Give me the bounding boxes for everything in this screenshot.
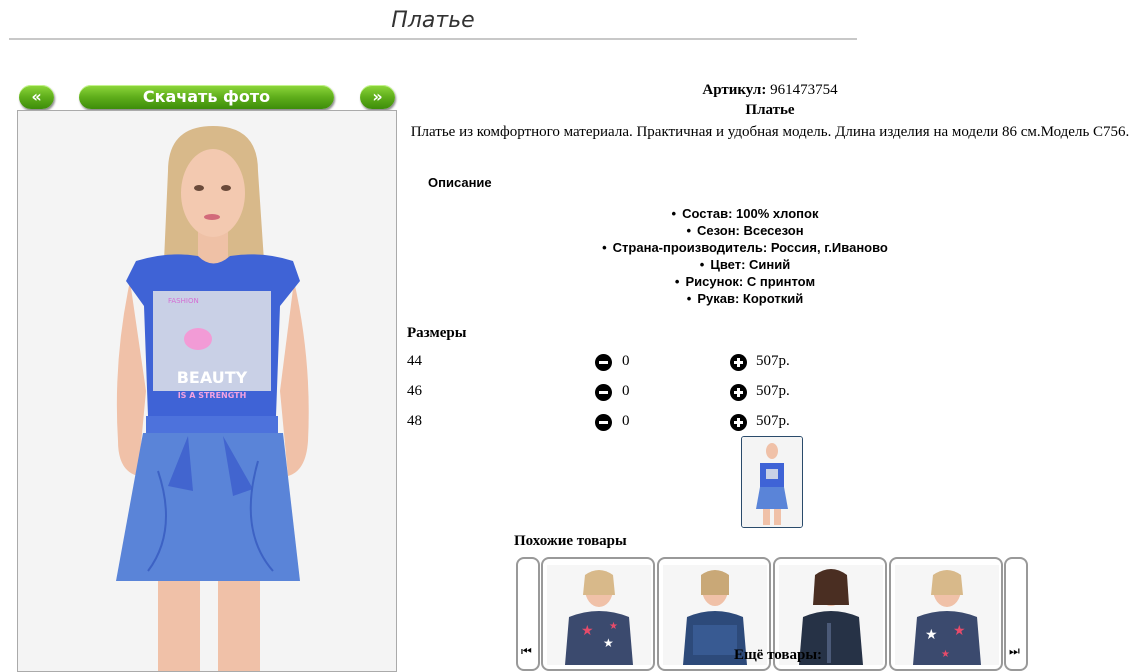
size-row: 48 0 507р. [407,413,807,435]
attribute-item: Состав: 100% хлопок [405,205,1085,222]
download-photo-button[interactable]: Скачать фото [79,85,334,109]
sku-label: Артикул: [702,82,767,98]
attribute-item: Рукав: Короткий [405,290,1085,307]
size-value: 48 [407,413,422,429]
attribute-item: Рисунок: С принтом [405,273,1085,290]
minus-icon[interactable] [595,414,612,431]
svg-text:★: ★ [581,623,594,639]
sku-value: 961473754 [770,82,838,98]
attribute-list: Состав: 100% хлопок Сезон: Всесезон Стра… [405,205,1085,307]
quantity-value: 0 [622,383,630,399]
minus-icon[interactable] [595,384,612,401]
product-description: Платье из комфортного материала. Практич… [410,124,1130,140]
similar-item-card[interactable]: ★ ★ ★ [889,557,1003,671]
sku-line: Артикул: 961473754 [405,82,1135,99]
similar-heading: Похожие товары [514,533,627,549]
similar-item-image: ★ ★ ★ [547,565,651,665]
similar-item-card[interactable]: ★ ★ ★ [541,557,655,671]
size-row: 44 0 507р. [407,353,807,375]
quantity-value: 0 [622,413,630,429]
next-photo-button[interactable]: » [360,85,395,109]
svg-text:★: ★ [603,636,614,650]
product-name: Платье [745,102,795,118]
plus-icon[interactable] [730,414,747,431]
page-title: Платье [391,8,475,33]
size-value: 44 [407,353,422,369]
details-heading: Описание [428,175,492,190]
carousel-next-button[interactable]: ⏭ [1004,557,1028,671]
svg-text:★: ★ [609,621,618,632]
similar-item-image: ★ ★ ★ [895,565,999,665]
main-product-photo[interactable]: BEAUTY IS A STRENGTH FASHION [17,110,397,672]
attribute-item: Сезон: Всесезон [405,222,1085,239]
plus-icon[interactable] [730,354,747,371]
attribute-item: Цвет: Синий [405,256,1085,273]
price-value: 507р. [756,413,790,429]
minus-icon[interactable] [595,354,612,371]
model-illustration: BEAUTY IS A STRENGTH FASHION [18,111,396,671]
svg-text:FASHION: FASHION [168,297,199,305]
thumbnail-image [742,437,802,527]
more-items-heading: Ещё товары: [734,647,823,663]
size-value: 46 [407,383,422,399]
svg-text:IS A STRENGTH: IS A STRENGTH [178,391,247,400]
attribute-item: Страна-производитель: Россия, г.Иваново [405,239,1085,256]
red-marker [1130,22,1135,34]
svg-text:★: ★ [953,623,966,639]
carousel-prev-button[interactable]: ⏮ [516,557,540,671]
quantity-value: 0 [622,353,630,369]
svg-text:BEAUTY: BEAUTY [177,368,248,387]
sizes-heading: Размеры [407,325,467,341]
size-row: 46 0 507р. [407,383,807,405]
product-thumbnail[interactable] [741,436,803,528]
price-value: 507р. [756,353,790,369]
plus-icon[interactable] [730,384,747,401]
price-value: 507р. [756,383,790,399]
title-divider [9,38,857,40]
svg-text:★: ★ [925,627,938,643]
prev-photo-button[interactable]: « [19,85,54,109]
svg-text:★: ★ [941,649,950,660]
